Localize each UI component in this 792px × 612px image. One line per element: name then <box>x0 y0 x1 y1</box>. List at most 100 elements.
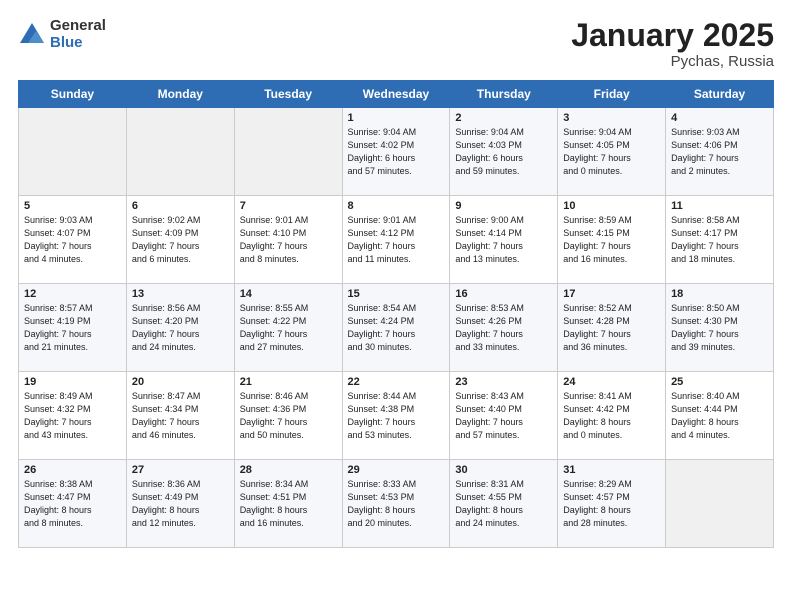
table-row: 19 Sunrise: 8:49 AM Sunset: 4:32 PM Dayli… <box>19 372 127 460</box>
day-info: Sunrise: 9:03 AM Sunset: 4:07 PM Dayligh… <box>24 214 121 266</box>
table-row: 26 Sunrise: 8:38 AM Sunset: 4:47 PM Dayli… <box>19 460 127 548</box>
page: General Blue January 2025 Pychas, Russia… <box>0 0 792 612</box>
table-row: 17 Sunrise: 8:52 AM Sunset: 4:28 PM Dayli… <box>558 284 666 372</box>
day-number: 23 <box>455 376 552 388</box>
week-row: 12Sunrise: 8:57 AM Sunset: 4:19 PM Dayli… <box>19 284 774 372</box>
day-info: Sunrise: 8:53 AM Sunset: 4:26 PM Dayligh… <box>455 302 552 354</box>
table-row: 1Sunrise: 9:04 AM Sunset: 4:02 PM Daylig… <box>342 108 450 196</box>
day-number: 26 <box>24 464 121 476</box>
day-number: 11 <box>671 200 768 212</box>
day-info: Sunrise: 8:38 AM Sunset: 4:47 PM Dayligh… <box>24 478 121 530</box>
table-row: 14 Sunrise: 8:55 AM Sunset: 4:22 PM Dayli… <box>234 284 342 372</box>
calendar-body: 1Sunrise: 9:04 AM Sunset: 4:02 PM Daylig… <box>19 108 774 548</box>
table-row: 20 Sunrise: 8:47 AM Sunset: 4:34 PM Dayli… <box>126 372 234 460</box>
day-number: 2 <box>455 112 552 124</box>
day-info: Sunrise: 9:04 AM Sunset: 4:02 PM Dayligh… <box>348 126 445 178</box>
table-row: 23 Sunrise: 8:43 AM Sunset: 4:40 PM Dayli… <box>450 372 558 460</box>
day-info: Sunrise: 8:55 AM Sunset: 4:22 PM Dayligh… <box>240 302 337 354</box>
day-number: 13 <box>132 288 229 300</box>
day-info: Sunrise: 9:04 AM Sunset: 4:03 PM Dayligh… <box>455 126 552 178</box>
day-info: Sunrise: 8:43 AM Sunset: 4:40 PM Dayligh… <box>455 390 552 442</box>
day-number: 24 <box>563 376 660 388</box>
day-number: 29 <box>348 464 445 476</box>
day-number: 3 <box>563 112 660 124</box>
logo-general-label: General <box>50 18 106 35</box>
day-number: 7 <box>240 200 337 212</box>
day-info: Sunrise: 8:29 AM Sunset: 4:57 PM Dayligh… <box>563 478 660 530</box>
day-number: 16 <box>455 288 552 300</box>
table-row: 2 Sunrise: 9:04 AM Sunset: 4:03 PM Daylig… <box>450 108 558 196</box>
col-wednesday: Wednesday <box>342 81 450 108</box>
col-tuesday: Tuesday <box>234 81 342 108</box>
title-area: January 2025 Pychas, Russia <box>571 18 774 70</box>
day-info: Sunrise: 8:56 AM Sunset: 4:20 PM Dayligh… <box>132 302 229 354</box>
table-row <box>126 108 234 196</box>
week-row: 26 Sunrise: 8:38 AM Sunset: 4:47 PM Dayli… <box>19 460 774 548</box>
logo-blue-label: Blue <box>50 35 106 52</box>
day-info: Sunrise: 8:59 AM Sunset: 4:15 PM Dayligh… <box>563 214 660 266</box>
day-number: 17 <box>563 288 660 300</box>
table-row: 6Sunrise: 9:02 AM Sunset: 4:09 PM Daylig… <box>126 196 234 284</box>
day-number: 20 <box>132 376 229 388</box>
col-friday: Friday <box>558 81 666 108</box>
table-row: 13 Sunrise: 8:56 AM Sunset: 4:20 PM Dayli… <box>126 284 234 372</box>
day-number: 27 <box>132 464 229 476</box>
table-row: 29 Sunrise: 8:33 AM Sunset: 4:53 PM Dayli… <box>342 460 450 548</box>
table-row: 3 Sunrise: 9:04 AM Sunset: 4:05 PM Daylig… <box>558 108 666 196</box>
day-info: Sunrise: 9:00 AM Sunset: 4:14 PM Dayligh… <box>455 214 552 266</box>
calendar-table: Sunday Monday Tuesday Wednesday Thursday… <box>18 80 774 548</box>
table-row <box>19 108 127 196</box>
day-number: 4 <box>671 112 768 124</box>
calendar-title: January 2025 <box>571 18 774 53</box>
week-row: 5 Sunrise: 9:03 AM Sunset: 4:07 PM Daylig… <box>19 196 774 284</box>
day-number: 8 <box>348 200 445 212</box>
logo-icon <box>18 21 46 49</box>
day-info: Sunrise: 8:54 AM Sunset: 4:24 PM Dayligh… <box>348 302 445 354</box>
day-info: Sunrise: 8:41 AM Sunset: 4:42 PM Dayligh… <box>563 390 660 442</box>
day-number: 19 <box>24 376 121 388</box>
day-info: Sunrise: 8:36 AM Sunset: 4:49 PM Dayligh… <box>132 478 229 530</box>
day-info: Sunrise: 8:50 AM Sunset: 4:30 PM Dayligh… <box>671 302 768 354</box>
day-number: 5 <box>24 200 121 212</box>
day-info: Sunrise: 8:47 AM Sunset: 4:34 PM Dayligh… <box>132 390 229 442</box>
day-info: Sunrise: 9:02 AM Sunset: 4:09 PM Dayligh… <box>132 214 229 266</box>
day-info: Sunrise: 8:31 AM Sunset: 4:55 PM Dayligh… <box>455 478 552 530</box>
table-row: 10 Sunrise: 8:59 AM Sunset: 4:15 PM Dayli… <box>558 196 666 284</box>
day-info: Sunrise: 8:33 AM Sunset: 4:53 PM Dayligh… <box>348 478 445 530</box>
day-number: 14 <box>240 288 337 300</box>
calendar-header: Sunday Monday Tuesday Wednesday Thursday… <box>19 81 774 108</box>
col-saturday: Saturday <box>666 81 774 108</box>
table-row: 21Sunrise: 8:46 AM Sunset: 4:36 PM Dayli… <box>234 372 342 460</box>
day-number: 28 <box>240 464 337 476</box>
table-row: 16 Sunrise: 8:53 AM Sunset: 4:26 PM Dayli… <box>450 284 558 372</box>
day-info: Sunrise: 9:04 AM Sunset: 4:05 PM Dayligh… <box>563 126 660 178</box>
header-row: Sunday Monday Tuesday Wednesday Thursday… <box>19 81 774 108</box>
day-info: Sunrise: 8:34 AM Sunset: 4:51 PM Dayligh… <box>240 478 337 530</box>
day-number: 18 <box>671 288 768 300</box>
table-row: 12Sunrise: 8:57 AM Sunset: 4:19 PM Dayli… <box>19 284 127 372</box>
table-row: 15 Sunrise: 8:54 AM Sunset: 4:24 PM Dayli… <box>342 284 450 372</box>
logo: General Blue <box>18 18 106 51</box>
col-thursday: Thursday <box>450 81 558 108</box>
day-info: Sunrise: 9:03 AM Sunset: 4:06 PM Dayligh… <box>671 126 768 178</box>
day-info: Sunrise: 8:49 AM Sunset: 4:32 PM Dayligh… <box>24 390 121 442</box>
table-row <box>234 108 342 196</box>
day-number: 25 <box>671 376 768 388</box>
table-row: 5 Sunrise: 9:03 AM Sunset: 4:07 PM Daylig… <box>19 196 127 284</box>
day-info: Sunrise: 8:57 AM Sunset: 4:19 PM Dayligh… <box>24 302 121 354</box>
day-info: Sunrise: 8:44 AM Sunset: 4:38 PM Dayligh… <box>348 390 445 442</box>
table-row: 24 Sunrise: 8:41 AM Sunset: 4:42 PM Dayli… <box>558 372 666 460</box>
day-info: Sunrise: 8:46 AM Sunset: 4:36 PM Dayligh… <box>240 390 337 442</box>
table-row: 8 Sunrise: 9:01 AM Sunset: 4:12 PM Daylig… <box>342 196 450 284</box>
day-info: Sunrise: 9:01 AM Sunset: 4:10 PM Dayligh… <box>240 214 337 266</box>
day-number: 15 <box>348 288 445 300</box>
table-row: 27 Sunrise: 8:36 AM Sunset: 4:49 PM Dayli… <box>126 460 234 548</box>
day-info: Sunrise: 8:52 AM Sunset: 4:28 PM Dayligh… <box>563 302 660 354</box>
day-info: Sunrise: 9:01 AM Sunset: 4:12 PM Dayligh… <box>348 214 445 266</box>
logo-text: General Blue <box>50 18 106 51</box>
table-row: 18 Sunrise: 8:50 AM Sunset: 4:30 PM Dayli… <box>666 284 774 372</box>
day-number: 10 <box>563 200 660 212</box>
day-number: 30 <box>455 464 552 476</box>
day-info: Sunrise: 8:40 AM Sunset: 4:44 PM Dayligh… <box>671 390 768 442</box>
table-row: 31Sunrise: 8:29 AM Sunset: 4:57 PM Dayli… <box>558 460 666 548</box>
